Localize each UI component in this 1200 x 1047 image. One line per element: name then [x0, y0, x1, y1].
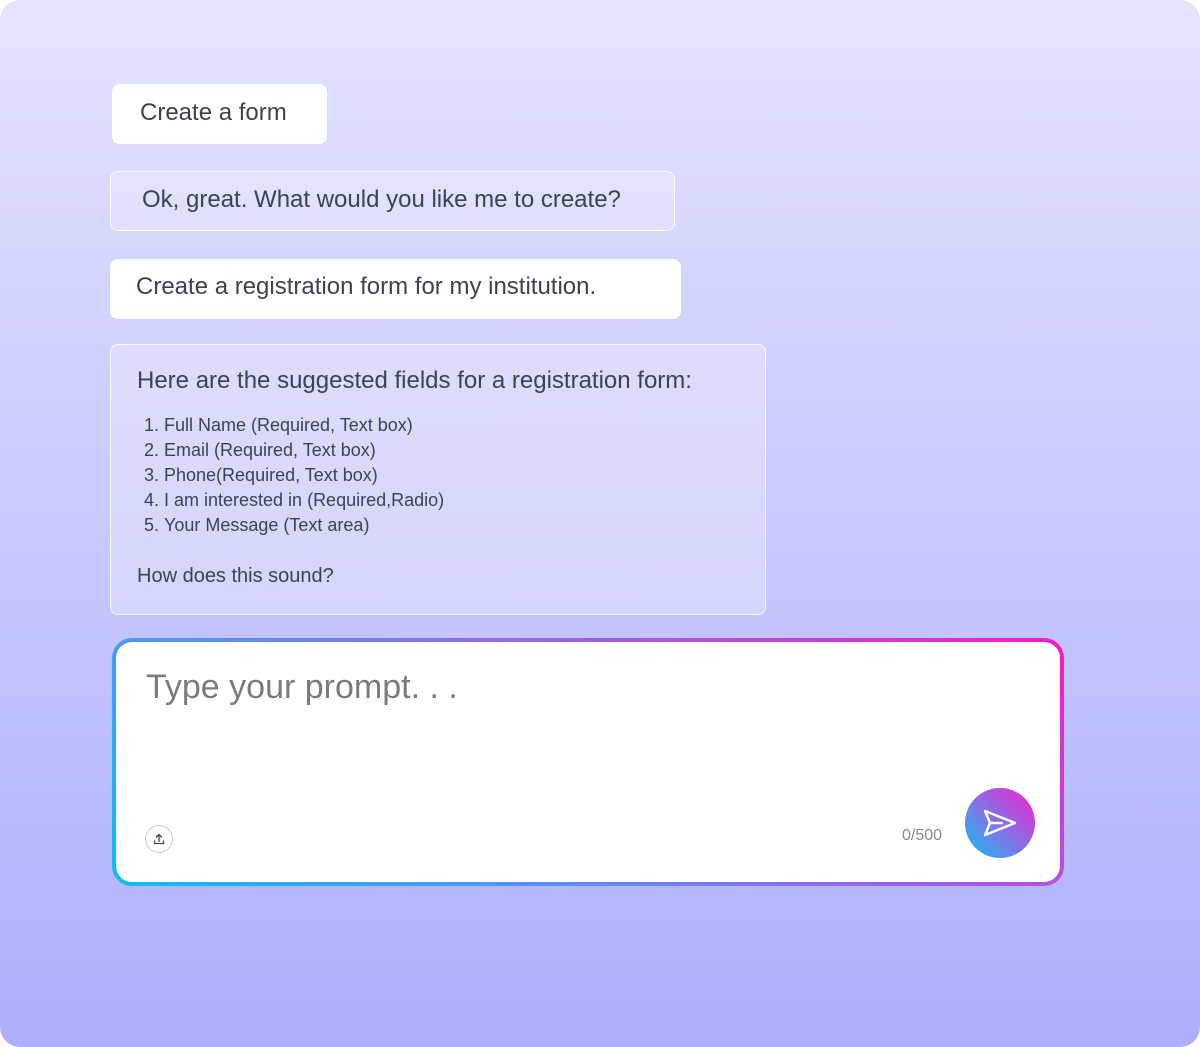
upload-button[interactable] [145, 825, 173, 853]
user-message: Create a form [112, 84, 327, 144]
prompt-container: 0/500 [112, 638, 1064, 886]
send-icon [983, 809, 1017, 837]
message-text: Ok, great. What would you like me to cre… [142, 186, 621, 213]
upload-icon [153, 833, 165, 845]
user-message: Create a registration form for my instit… [110, 259, 681, 319]
message-closing: How does this sound? [137, 565, 334, 587]
suggested-fields-list: Full Name (Required, Text box) Email (Re… [137, 413, 765, 538]
send-button[interactable] [965, 788, 1035, 858]
prompt-input[interactable] [146, 666, 966, 796]
list-item: I am interested in (Required,Radio) [164, 488, 765, 513]
character-counter: 0/500 [902, 827, 943, 844]
list-item: Phone(Required, Text box) [164, 463, 765, 488]
chat-window: Create a form Ok, great. What would you … [0, 0, 1200, 1047]
message-text: Create a form [140, 99, 287, 126]
list-item: Full Name (Required, Text box) [164, 413, 765, 438]
list-item: Your Message (Text area) [164, 513, 765, 538]
message-text: Create a registration form for my instit… [136, 273, 597, 300]
message-heading: Here are the suggested fields for a regi… [137, 367, 692, 394]
assistant-message: Here are the suggested fields for a regi… [110, 344, 766, 615]
prompt-box: 0/500 [116, 642, 1060, 882]
list-item: Email (Required, Text box) [164, 438, 765, 463]
assistant-message: Ok, great. What would you like me to cre… [110, 171, 675, 231]
